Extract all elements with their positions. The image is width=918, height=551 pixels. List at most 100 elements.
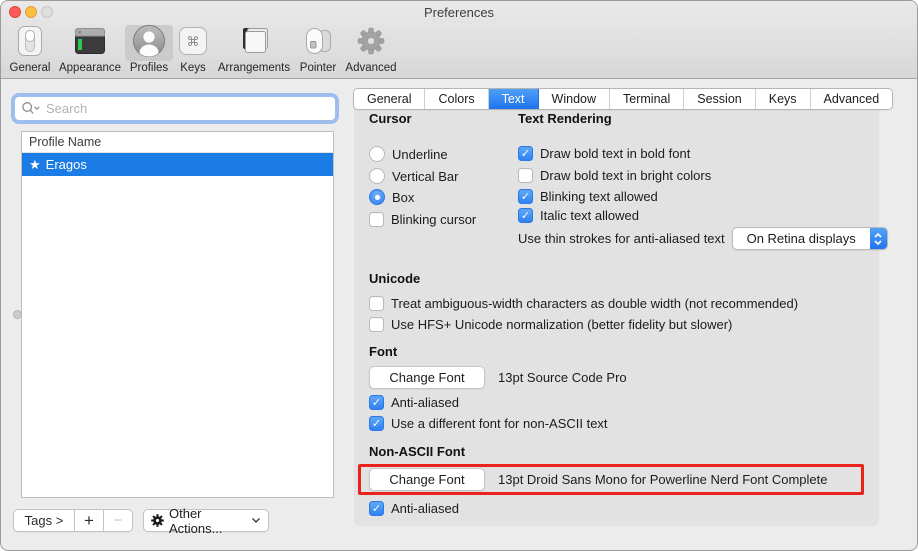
remove-profile-button[interactable]: −	[103, 509, 133, 532]
checkbox-icon[interactable]	[369, 317, 384, 332]
checkbox-different-font[interactable]: Use a different font for non-ASCII text	[369, 414, 608, 432]
checkbox-icon-checked[interactable]	[518, 146, 533, 161]
tab-keys[interactable]: Keys	[756, 89, 811, 109]
cursor-section-title: Cursor	[369, 111, 412, 126]
checkbox-label: Italic text allowed	[540, 208, 639, 223]
checkbox-bright-colors[interactable]: Draw bold text in bright colors	[518, 166, 711, 184]
checkbox-icon[interactable]	[369, 212, 384, 227]
preferences-window: Preferences General × Appearance	[0, 0, 918, 551]
checkbox-hfs-normalization[interactable]: Use HFS+ Unicode normalization (better f…	[369, 315, 732, 333]
checkbox-bold-font[interactable]: Draw bold text in bold font	[518, 144, 690, 162]
checkbox-label: Treat ambiguous-width characters as doub…	[391, 296, 798, 311]
checkbox-label: Blinking cursor	[391, 212, 476, 227]
search-input[interactable]	[44, 100, 329, 117]
toolbar-item-pointer[interactable]: Pointer	[294, 25, 342, 74]
checkbox-label: Anti-aliased	[391, 395, 459, 410]
profiles-icon	[132, 24, 166, 63]
checkbox-blinking-cursor[interactable]: Blinking cursor	[369, 210, 476, 228]
checkbox-icon-checked[interactable]	[369, 501, 384, 516]
checkbox-icon-checked[interactable]	[369, 395, 384, 410]
radio-icon-selected[interactable]	[369, 189, 385, 205]
change-non-ascii-font-button[interactable]: Change Font	[369, 468, 485, 491]
unicode-section-title: Unicode	[369, 271, 420, 286]
toolbar-item-keys[interactable]: ⌘ Keys	[173, 25, 213, 74]
toolbar-label: Appearance	[59, 62, 121, 74]
non-ascii-font-row: Change Font 13pt Droid Sans Mono for Pow…	[369, 468, 828, 491]
tab-general[interactable]: General	[354, 89, 425, 109]
checkbox-label: Use HFS+ Unicode normalization (better f…	[391, 317, 732, 332]
appearance-icon: ×	[73, 26, 107, 61]
font-row: Change Font 13pt Source Code Pro	[369, 366, 627, 389]
tags-button[interactable]: Tags >	[13, 509, 75, 532]
thin-strokes-dropdown[interactable]: On Retina displays	[732, 227, 888, 250]
radio-box[interactable]: Box	[369, 188, 414, 206]
toolbar-item-general[interactable]: General	[6, 25, 54, 74]
tab-advanced[interactable]: Advanced	[811, 89, 893, 109]
radio-label: Box	[392, 190, 414, 205]
toolbar-item-advanced[interactable]: Advanced	[342, 25, 400, 74]
toolbar-label: Advanced	[345, 62, 396, 74]
tab-colors[interactable]: Colors	[425, 89, 488, 109]
radio-icon[interactable]	[369, 146, 385, 162]
change-font-button[interactable]: Change Font	[369, 366, 485, 389]
add-profile-button[interactable]: +	[74, 509, 104, 532]
profile-row-eragos[interactable]: ★ Eragos	[22, 153, 333, 176]
checkbox-label: Anti-aliased	[391, 501, 459, 516]
profile-list: Profile Name ★ Eragos	[21, 131, 334, 498]
radio-underline[interactable]: Underline	[369, 145, 448, 163]
checkbox-icon-checked[interactable]	[518, 208, 533, 223]
chevron-down-icon	[251, 517, 261, 524]
checkbox-icon-checked[interactable]	[369, 416, 384, 431]
thin-strokes-row: Use thin strokes for anti-aliased text O…	[518, 227, 888, 250]
profile-search-field[interactable]	[14, 96, 336, 121]
tab-session[interactable]: Session	[684, 89, 755, 109]
svg-text:⌘: ⌘	[187, 35, 200, 50]
window-resize-dot[interactable]	[13, 310, 22, 319]
toolbar-label: General	[10, 62, 51, 74]
checkbox-label: Draw bold text in bold font	[540, 146, 690, 161]
checkbox-non-ascii-anti-aliased[interactable]: Anti-aliased	[369, 499, 459, 517]
radio-label: Vertical Bar	[392, 169, 458, 184]
other-actions-button[interactable]: Other Actions...	[143, 509, 269, 532]
radio-icon[interactable]	[369, 168, 385, 184]
profile-footer-buttons: Tags > + −	[13, 509, 133, 532]
checkbox-label: Blinking text allowed	[540, 189, 658, 204]
toolbar-item-arrangements[interactable]: Arrangements	[217, 25, 291, 74]
checkbox-icon[interactable]	[369, 296, 384, 311]
text-settings-panel: Cursor Underline Vertical Bar Box Blinki…	[354, 98, 879, 526]
pointer-icon	[302, 26, 334, 61]
text-rendering-section-title: Text Rendering	[518, 111, 612, 126]
thin-strokes-label: Use thin strokes for anti-aliased text	[518, 231, 725, 246]
other-actions-label: Other Actions...	[169, 506, 246, 536]
toolbar-item-profiles[interactable]: Profiles	[124, 25, 174, 74]
tab-window[interactable]: Window	[539, 89, 610, 109]
checkbox-label: Use a different font for non-ASCII text	[391, 416, 608, 431]
advanced-gear-icon	[354, 24, 388, 63]
checkbox-blinking-text[interactable]: Blinking text allowed	[518, 187, 658, 205]
checkbox-icon-checked[interactable]	[518, 189, 533, 204]
toolbar-label: Arrangements	[218, 62, 290, 74]
checkbox-italic-text[interactable]: Italic text allowed	[518, 206, 639, 224]
search-icon	[21, 101, 41, 116]
window-title: Preferences	[1, 5, 917, 20]
checkbox-ambiguous-width[interactable]: Treat ambiguous-width characters as doub…	[369, 294, 798, 312]
settings-tab-bar: General Colors Text Window Terminal Sess…	[353, 88, 893, 110]
toolbar-label: Pointer	[300, 62, 336, 74]
svg-text:×: ×	[78, 30, 82, 36]
tab-terminal[interactable]: Terminal	[610, 89, 684, 109]
toolbar-item-appearance[interactable]: × Appearance	[58, 25, 122, 74]
star-icon: ★	[29, 153, 41, 176]
general-icon	[15, 25, 45, 62]
font-section-title: Font	[369, 344, 397, 359]
keys-icon: ⌘	[177, 25, 209, 62]
arrangements-icon	[236, 26, 272, 61]
checkbox-icon[interactable]	[518, 168, 533, 183]
radio-vertical-bar[interactable]: Vertical Bar	[369, 167, 458, 185]
checkbox-anti-aliased[interactable]: Anti-aliased	[369, 393, 459, 411]
profile-name: Eragos	[46, 153, 87, 176]
gear-icon	[151, 514, 164, 527]
tab-text[interactable]: Text	[489, 89, 539, 109]
dropdown-stepper-icon	[870, 227, 887, 250]
toolbar-label: Profiles	[130, 62, 168, 74]
dropdown-value: On Retina displays	[733, 231, 870, 246]
